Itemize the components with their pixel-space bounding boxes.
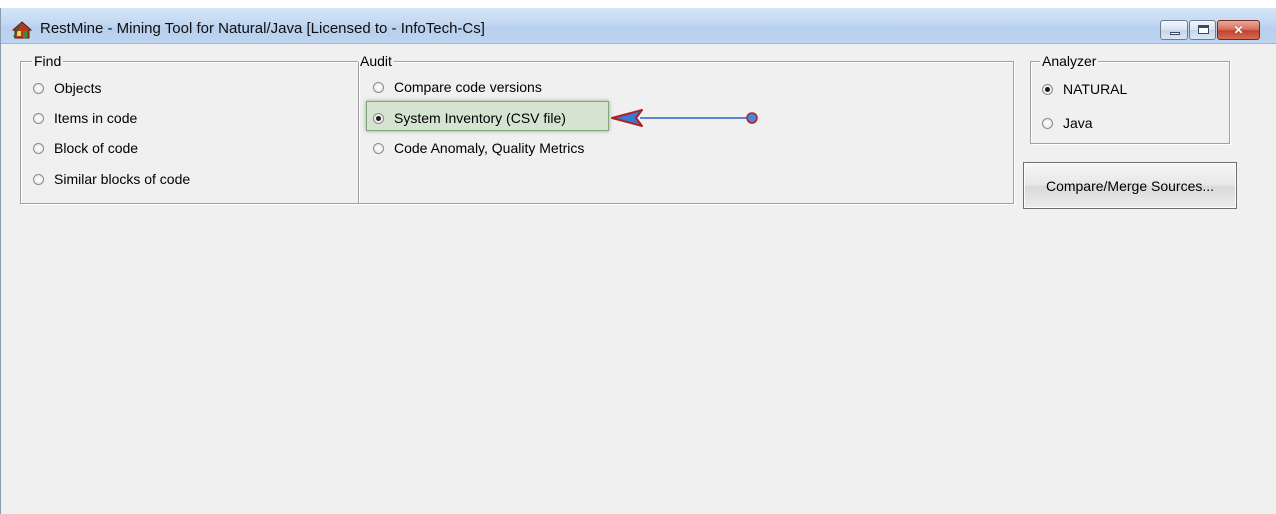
find-option-objects[interactable]: Objects xyxy=(33,80,101,96)
audit-group-label: Audit xyxy=(358,53,394,69)
radio-label: Compare code versions xyxy=(394,79,542,95)
close-button[interactable]: ✕ xyxy=(1217,20,1260,40)
radio-label: System Inventory (CSV file) xyxy=(394,110,566,126)
restmine-app-icon xyxy=(12,21,32,39)
analyzer-group-label: Analyzer xyxy=(1040,53,1099,69)
radio-label: Items in code xyxy=(54,110,138,126)
compare-merge-sources-button[interactable]: Compare/Merge Sources... xyxy=(1023,162,1237,209)
audit-option-code-anomaly[interactable]: Code Anomaly, Quality Metrics xyxy=(373,140,584,156)
annotation-arrow-icon xyxy=(611,109,758,127)
radio-label: Code Anomaly, Quality Metrics xyxy=(394,140,585,156)
radio-button[interactable] xyxy=(373,82,384,93)
radio-label: Java xyxy=(1063,115,1093,131)
analyzer-group: Analyzer xyxy=(1030,53,1230,144)
radio-button-selected[interactable] xyxy=(373,113,384,124)
maximize-icon xyxy=(1190,21,1215,39)
minimize-button[interactable] xyxy=(1160,20,1188,40)
analyzer-option-java[interactable]: Java xyxy=(1042,115,1093,131)
analyzer-option-natural[interactable]: NATURAL xyxy=(1042,81,1127,97)
radio-button[interactable] xyxy=(33,83,44,94)
window-title: RestMine - Mining Tool for Natural/Java … xyxy=(40,20,485,37)
audit-option-compare-code-versions[interactable]: Compare code versions xyxy=(373,79,542,95)
radio-button[interactable] xyxy=(1042,118,1053,129)
find-option-similar-blocks[interactable]: Similar blocks of code xyxy=(33,171,190,187)
title-bar[interactable]: RestMine - Mining Tool for Natural/Java … xyxy=(1,8,1276,44)
find-group-label: Find xyxy=(32,53,64,69)
radio-label: NATURAL xyxy=(1063,81,1128,97)
radio-label: Block of code xyxy=(54,140,139,156)
radio-label: Objects xyxy=(54,80,102,96)
minimize-icon xyxy=(1161,21,1187,39)
radio-label: Similar blocks of code xyxy=(54,171,191,187)
close-icon: ✕ xyxy=(1233,23,1244,37)
find-option-items-in-code[interactable]: Items in code xyxy=(33,110,137,126)
radio-button[interactable] xyxy=(33,113,44,124)
find-audit-divider xyxy=(358,62,360,203)
radio-button[interactable] xyxy=(373,143,384,154)
radio-button-selected[interactable] xyxy=(1042,84,1053,95)
radio-button[interactable] xyxy=(33,143,44,154)
radio-button[interactable] xyxy=(33,174,44,185)
audit-option-system-inventory[interactable]: System Inventory (CSV file) xyxy=(373,110,566,126)
maximize-button[interactable] xyxy=(1189,20,1216,40)
find-option-block-of-code[interactable]: Block of code xyxy=(33,140,138,156)
